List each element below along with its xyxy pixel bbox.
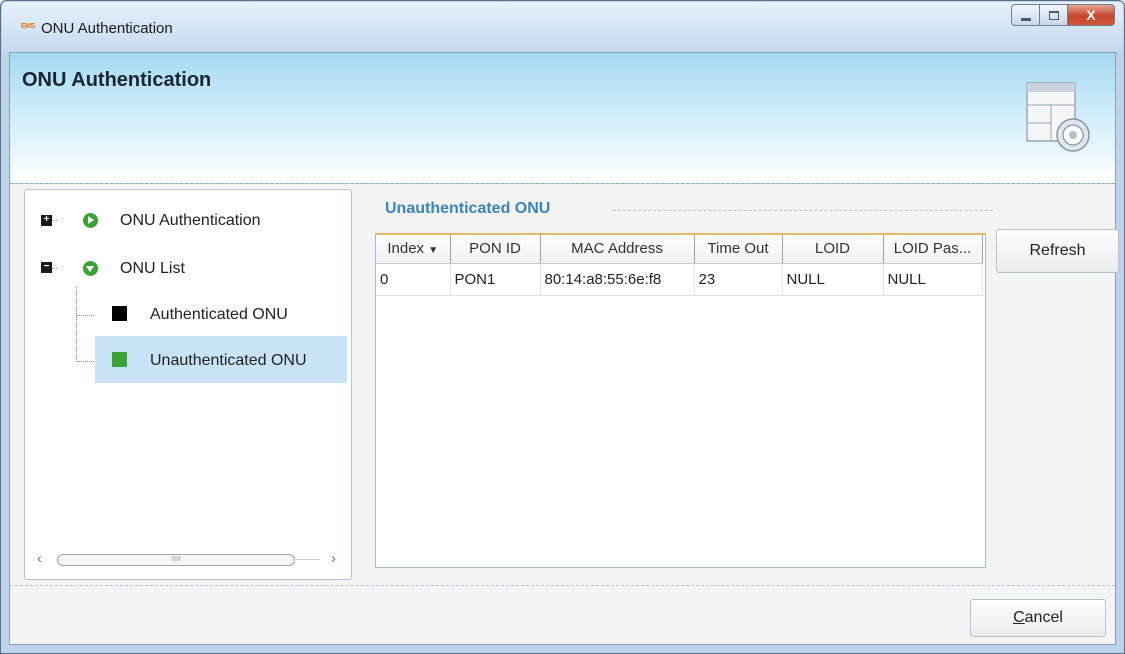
dialog-client: ONU Authentication + ONU Authentication … xyxy=(9,52,1119,645)
cancel-label-rest: ancel xyxy=(1024,609,1063,626)
sort-desc-icon: ▼ xyxy=(428,245,439,257)
cancel-label: Cancel xyxy=(1013,609,1063,627)
window-controls: X xyxy=(1011,4,1115,32)
section-divider xyxy=(613,210,993,211)
window-title: ONU Authentication xyxy=(41,20,173,37)
tree-item-label: Unauthenticated ONU xyxy=(150,352,307,369)
cancel-button[interactable]: Cancel xyxy=(970,599,1106,637)
tree-item-onu-list[interactable]: − ONU List xyxy=(25,249,325,289)
onu-authentication-window: EMS ONU Authentication X ONU Authenticat… xyxy=(0,0,1125,654)
cell-pon-id: PON1 xyxy=(450,263,541,296)
navigation-tree: + ONU Authentication − ONU List Authenti… xyxy=(24,189,352,580)
cell-loid-password: NULL xyxy=(883,263,983,296)
table-header-row: Index ▼ PON ID MAC Address Time Out LOID… xyxy=(376,235,983,264)
title-bar[interactable]: EMS ONU Authentication X xyxy=(2,2,1123,52)
section-title: Unauthenticated ONU xyxy=(385,200,551,217)
play-circle-icon xyxy=(83,213,98,228)
onu-data-table: Index ▼ PON ID MAC Address Time Out LOID… xyxy=(376,235,983,296)
column-header-pon-id[interactable]: PON ID xyxy=(450,235,541,264)
tree-item-authenticated-onu[interactable]: Authenticated ONU xyxy=(25,295,325,335)
maximize-icon xyxy=(1048,10,1059,20)
scrollbar-thumb[interactable]: IIIII xyxy=(57,554,295,566)
app-icon: EMS xyxy=(21,23,35,30)
tree-item-unauthenticated-onu[interactable]: Unauthenticated ONU xyxy=(25,342,325,382)
tree-item-label: Authenticated ONU xyxy=(150,306,288,323)
column-header-loid[interactable]: LOID xyxy=(782,235,884,264)
cell-index: 0 xyxy=(376,263,451,296)
tree-item-onu-authentication[interactable]: + ONU Authentication xyxy=(25,201,325,241)
authenticated-status-icon xyxy=(112,306,127,321)
scroll-right-icon[interactable]: › xyxy=(331,550,336,567)
chevron-down-circle-icon xyxy=(83,261,98,276)
window-settings-icon xyxy=(1026,82,1090,152)
table-row[interactable]: 0 PON1 80:14:a8:55:6e:f8 23 NULL NULL xyxy=(376,263,983,296)
collapse-minus-icon[interactable]: − xyxy=(41,262,52,273)
content-panel: Unauthenticated ONU Index ▼ PON ID MAC A… xyxy=(363,189,1119,580)
maximize-button[interactable] xyxy=(1039,4,1068,26)
scroll-left-icon[interactable]: ‹ xyxy=(37,550,42,567)
refresh-label: Refresh xyxy=(1029,242,1086,259)
column-header-mac-address[interactable]: MAC Address xyxy=(540,235,695,264)
onu-table: Index ▼ PON ID MAC Address Time Out LOID… xyxy=(375,233,986,568)
banner-title: ONU Authentication xyxy=(22,69,212,91)
minimize-icon xyxy=(1020,17,1031,21)
column-header-time-out[interactable]: Time Out xyxy=(694,235,783,264)
cell-mac-address: 80:14:a8:55:6e:f8 xyxy=(540,263,695,296)
close-button[interactable]: X xyxy=(1067,4,1115,26)
tree-item-label: ONU List xyxy=(120,260,185,277)
minimize-button[interactable] xyxy=(1011,4,1040,26)
column-header-loid-password[interactable]: LOID Pas... xyxy=(883,235,983,264)
refresh-button[interactable]: Refresh xyxy=(996,229,1119,273)
tree-horizontal-scrollbar[interactable]: ‹ IIIII › xyxy=(37,550,342,568)
scrollbar-grip: IIIII xyxy=(171,556,181,563)
expand-plus-icon[interactable]: + xyxy=(41,215,52,226)
close-icon: X xyxy=(1086,7,1096,23)
unauthenticated-status-icon xyxy=(112,352,127,367)
cell-time-out: 23 xyxy=(694,263,783,296)
scrollbar-track xyxy=(296,559,320,560)
cell-loid: NULL xyxy=(782,263,884,296)
tree-item-label: ONU Authentication xyxy=(120,212,261,229)
column-header-index[interactable]: Index ▼ xyxy=(376,235,451,264)
cancel-mnemonic: C xyxy=(1013,609,1025,626)
footer-divider xyxy=(10,585,1115,586)
header-banner: ONU Authentication xyxy=(10,53,1115,184)
